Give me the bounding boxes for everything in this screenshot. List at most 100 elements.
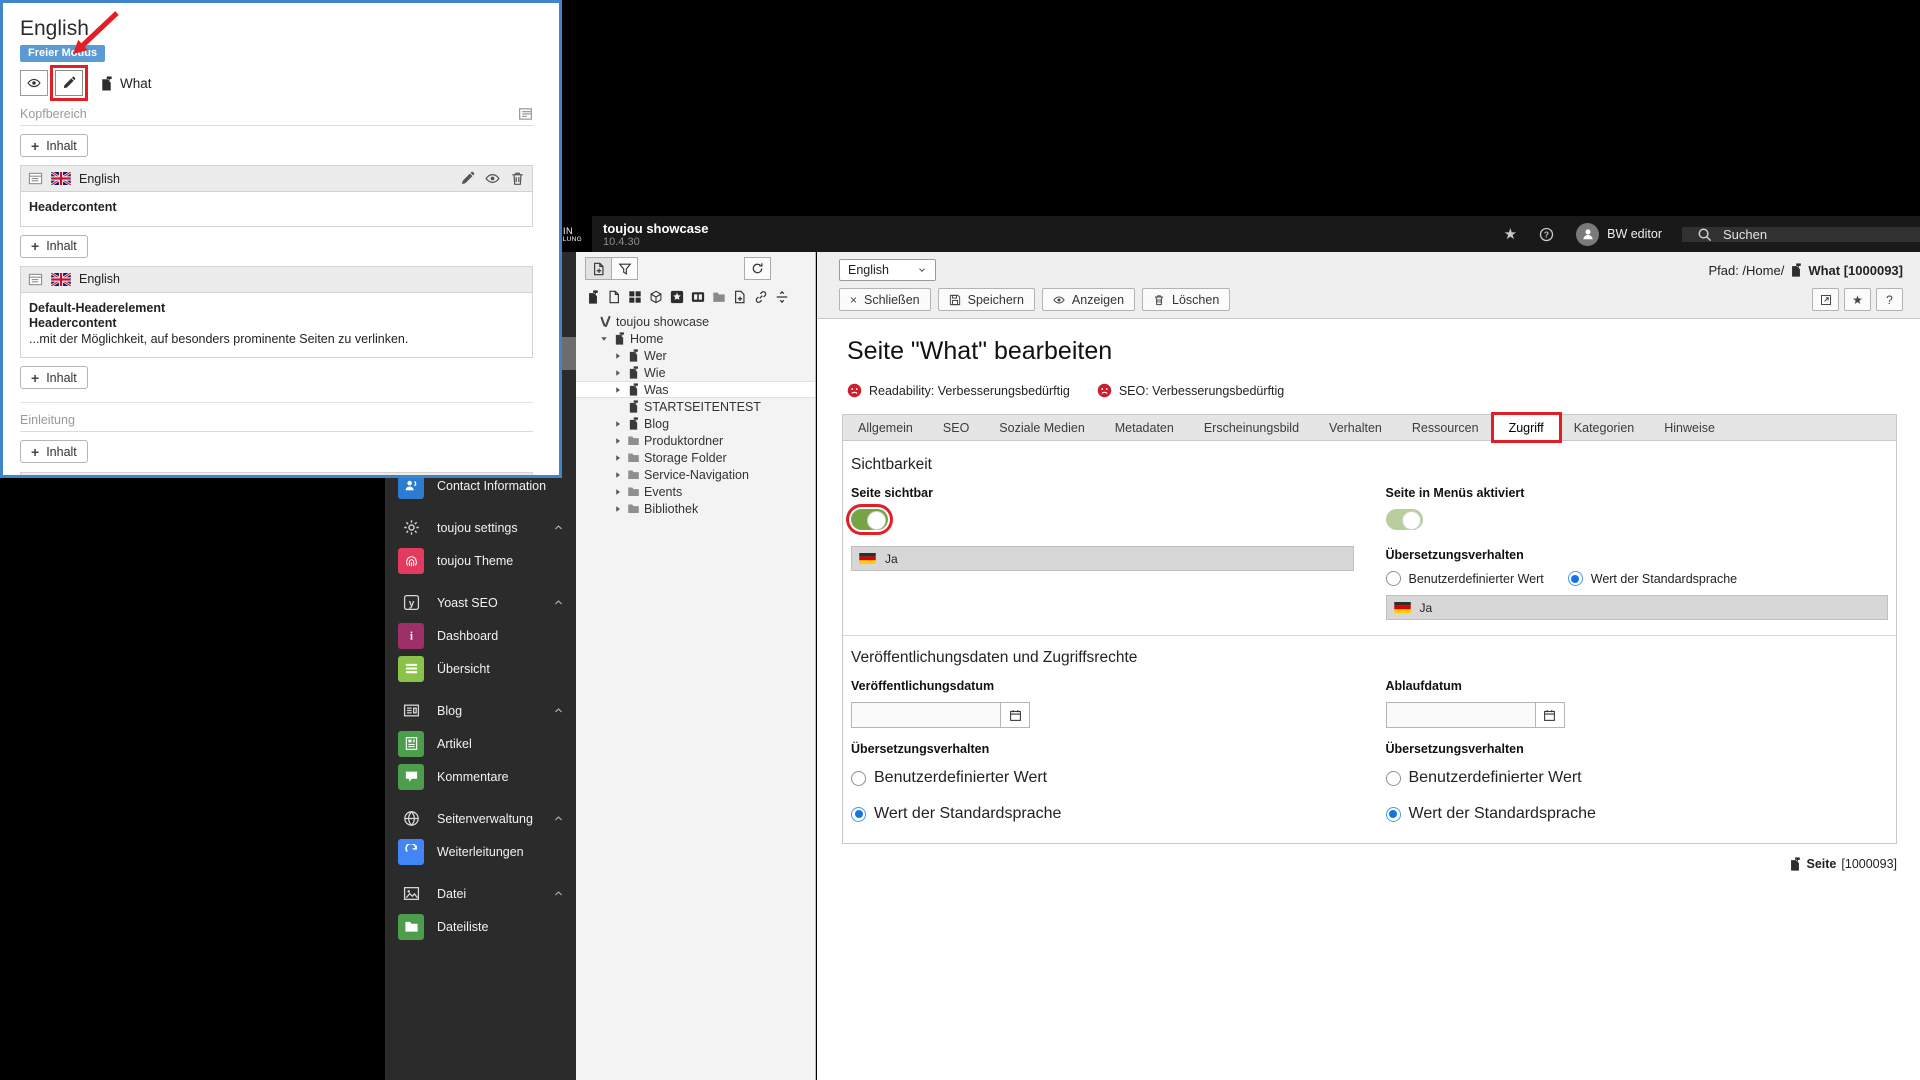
radio-custom-value[interactable]: Benutzerdefinierter Wert: [1386, 571, 1544, 586]
radio-default-language[interactable]: Wert der Standardsprache: [1386, 805, 1889, 823]
sidebar-item-datei[interactable]: Datei: [385, 877, 576, 910]
grid4-icon[interactable]: [628, 290, 642, 304]
sidebar-item-artikel[interactable]: Artikel: [385, 727, 576, 760]
tree-item-was[interactable]: Was: [576, 381, 815, 398]
caret-right-icon[interactable]: [612, 369, 623, 377]
expiry-date-calendar-button[interactable]: [1536, 702, 1565, 728]
tree-item-blog[interactable]: Blog: [576, 415, 815, 432]
tree-item-toujou-showcase[interactable]: toujou showcase: [576, 313, 815, 330]
radio-default-language[interactable]: Wert der Standardsprache: [1568, 571, 1737, 586]
radio-custom-value[interactable]: Benutzerdefinierter Wert: [1386, 769, 1889, 787]
radio-checked-icon[interactable]: [1568, 571, 1583, 586]
expiry-date-input[interactable]: [1386, 702, 1536, 728]
tree-item-service-navigation[interactable]: Service-Navigation: [576, 466, 815, 483]
search-bar[interactable]: Suchen: [1682, 227, 1920, 242]
caret-down-icon[interactable]: [598, 335, 609, 343]
content-element-header[interactable]: English: [20, 472, 533, 478]
tree-item-events[interactable]: Events: [576, 483, 815, 500]
chevron-up-icon[interactable]: [553, 522, 564, 533]
caret-right-icon[interactable]: [612, 352, 623, 360]
pencil-icon[interactable]: [460, 171, 475, 186]
sidebar-item-blog[interactable]: Blog: [385, 694, 576, 727]
bookmark-star-icon[interactable]: ★: [1504, 227, 1517, 242]
add-content-button[interactable]: + Inhalt: [20, 366, 88, 389]
star-box-icon[interactable]: [670, 290, 684, 304]
page-plus-icon[interactable]: [733, 290, 747, 304]
tree-item-home[interactable]: Home: [576, 330, 815, 347]
radio-icon[interactable]: [851, 771, 866, 786]
tab-allgemein[interactable]: Allgemein: [843, 415, 928, 440]
chevron-up-icon[interactable]: [553, 705, 564, 716]
sidebar-item-weiterleitungen[interactable]: Weiterleitungen: [385, 835, 576, 868]
tree-item-bibliothek[interactable]: Bibliothek: [576, 500, 815, 517]
new-page-button[interactable]: [585, 257, 612, 280]
add-content-button[interactable]: + Inhalt: [20, 134, 88, 157]
tree-item-wer[interactable]: Wer: [576, 347, 815, 364]
element-drag-icon[interactable]: [28, 272, 43, 287]
radio-checked-icon[interactable]: [1386, 807, 1401, 822]
radio-icon[interactable]: [1386, 571, 1401, 586]
content-element-header[interactable]: English: [21, 166, 532, 192]
filter-button[interactable]: [611, 257, 638, 280]
language-select[interactable]: English: [839, 259, 936, 281]
trash-icon[interactable]: [510, 171, 525, 186]
tab-hinweise[interactable]: Hinweise: [1649, 415, 1730, 440]
caret-right-icon[interactable]: [612, 471, 623, 479]
help-icon[interactable]: ?: [1539, 227, 1554, 242]
tab-kategorien[interactable]: Kategorien: [1559, 415, 1649, 440]
page-flag-icon[interactable]: [586, 290, 600, 304]
cube-icon[interactable]: [649, 290, 663, 304]
sidebar-item-kommentare[interactable]: Kommentare: [385, 760, 576, 793]
speichern-button[interactable]: Speichern: [938, 288, 1035, 311]
visibility-icon[interactable]: [485, 171, 500, 186]
content-element-header[interactable]: English: [21, 267, 532, 293]
sidebar-item-dashboard[interactable]: iDashboard: [385, 619, 576, 652]
user-menu[interactable]: BW editor: [1576, 223, 1662, 246]
split-icon[interactable]: [775, 290, 789, 304]
radio-default-language[interactable]: Wert der Standardsprache: [851, 805, 1354, 823]
publish-date-calendar-button[interactable]: [1001, 702, 1030, 728]
edit-button[interactable]: [55, 70, 83, 96]
tab-soziale-medien[interactable]: Soziale Medien: [984, 415, 1099, 440]
docheader-help-button[interactable]: ?: [1876, 288, 1903, 311]
caret-right-icon[interactable]: [612, 488, 623, 496]
sidebar-item-toujou-settings[interactable]: toujou settings: [385, 511, 576, 544]
caret-right-icon[interactable]: [612, 454, 623, 462]
refresh-button[interactable]: [744, 257, 771, 280]
publish-date-input[interactable]: [851, 702, 1001, 728]
radio-custom-value[interactable]: Benutzerdefinierter Wert: [851, 769, 1354, 787]
chevron-up-icon[interactable]: [553, 597, 564, 608]
anzeigen-button[interactable]: Anzeigen: [1042, 288, 1135, 311]
bookmark-button[interactable]: ★: [1844, 288, 1871, 311]
chevron-up-icon[interactable]: [553, 888, 564, 899]
sidebar-item-yoast-seo[interactable]: yYoast SEO: [385, 586, 576, 619]
l-schen-button[interactable]: Löschen: [1142, 288, 1230, 311]
caret-right-icon[interactable]: [612, 420, 623, 428]
sidebar-item-seitenverwaltung[interactable]: Seitenverwaltung: [385, 802, 576, 835]
sidebar-item-dateiliste[interactable]: Dateiliste: [385, 910, 576, 943]
folder-icon[interactable]: [712, 290, 726, 304]
tab-erscheinungsbild[interactable]: Erscheinungsbild: [1189, 415, 1314, 440]
page-icon[interactable]: [607, 290, 621, 304]
edit-section-icon[interactable]: [518, 106, 533, 121]
menu-enabled-toggle[interactable]: [1386, 509, 1423, 530]
tree-item-startseitentest[interactable]: STARTSEITENTEST: [576, 398, 815, 415]
schlie-en-button[interactable]: ×Schließen: [839, 288, 931, 311]
add-content-button[interactable]: + Inhalt: [20, 440, 88, 463]
sidebar-item-toujou-theme[interactable]: toujou Theme: [385, 544, 576, 577]
caret-right-icon[interactable]: [612, 505, 623, 513]
preview-button[interactable]: [20, 70, 48, 96]
add-content-button[interactable]: + Inhalt: [20, 235, 88, 258]
open-in-window-button[interactable]: [1812, 288, 1839, 311]
caret-right-icon[interactable]: [612, 437, 623, 445]
tree-item-storage-folder[interactable]: Storage Folder: [576, 449, 815, 466]
element-drag-icon[interactable]: [28, 478, 43, 479]
tab-verhalten[interactable]: Verhalten: [1314, 415, 1397, 440]
chevron-up-icon[interactable]: [553, 813, 564, 824]
tab-ressourcen[interactable]: Ressourcen: [1397, 415, 1494, 440]
tree-item-produktordner[interactable]: Produktordner: [576, 432, 815, 449]
radio-checked-icon[interactable]: [851, 807, 866, 822]
radio-icon[interactable]: [1386, 771, 1401, 786]
element-drag-icon[interactable]: [28, 171, 43, 186]
columns-icon[interactable]: [691, 290, 705, 304]
